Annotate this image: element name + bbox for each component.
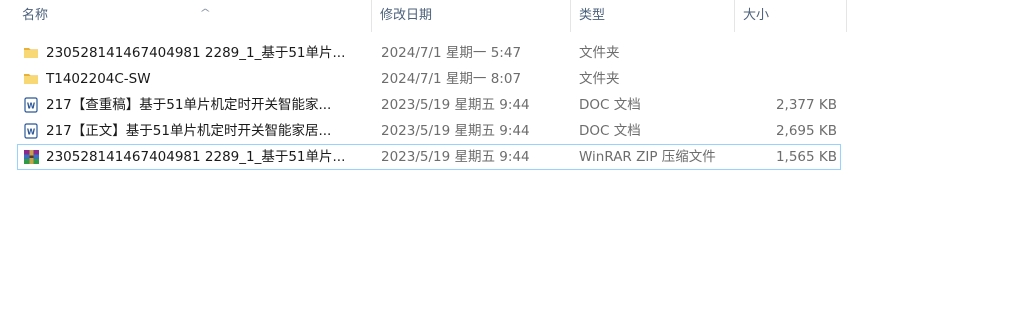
file-type: 文件夹 — [579, 45, 620, 61]
sort-ascending-icon: ^ — [199, 8, 212, 19]
file-modified-date: 2023/5/19 星期五 9:44 — [381, 97, 530, 113]
file-row[interactable]: W 217【正文】基于51单片机定时开关智能家居... 2023/5/19 星期… — [17, 118, 841, 144]
folder-icon — [23, 67, 41, 91]
file-size: 2,695 KB — [775, 123, 837, 139]
file-size — [748, 41, 837, 65]
file-modified-date: 2023/5/19 星期五 9:44 — [381, 149, 530, 165]
file-type: WinRAR ZIP 压缩文件 — [579, 149, 716, 165]
word-doc-icon: W — [23, 93, 41, 117]
folder-icon — [23, 41, 41, 65]
column-header-name[interactable]: 名称 ^ — [14, 0, 372, 32]
file-type: DOC 文档 — [579, 123, 641, 139]
column-header-type[interactable]: 类型 — [571, 0, 735, 32]
column-header-bar: 名称 ^ 修改日期 类型 大小 — [0, 0, 847, 32]
file-row[interactable]: 230528141467404981 2289_1_基于51单片... 2024… — [17, 40, 841, 66]
file-name: 217【查重稿】基于51单片机定时开关智能家... — [46, 97, 332, 113]
file-size: 1,565 KB — [775, 149, 837, 165]
file-name: 217【正文】基于51单片机定时开关智能家居... — [46, 123, 332, 139]
file-type: 文件夹 — [579, 71, 620, 87]
file-row[interactable]: W 217【查重稿】基于51单片机定时开关智能家... 2023/5/19 星期… — [17, 92, 841, 118]
file-row-selected[interactable]: 230528141467404981 2289_1_基于51单片... 2023… — [17, 144, 841, 170]
file-modified-date: 2023/5/19 星期五 9:44 — [381, 123, 530, 139]
file-name: 230528141467404981 2289_1_基于51单片... — [46, 45, 346, 61]
file-size — [748, 67, 837, 91]
column-header-size[interactable]: 大小 — [735, 0, 847, 32]
column-header-type-label: 类型 — [579, 8, 606, 23]
file-row[interactable]: T1402204C-SW 2024/7/1 星期一 8:07 文件夹 — [17, 66, 841, 92]
svg-text:W: W — [27, 102, 36, 111]
file-type: DOC 文档 — [579, 97, 641, 113]
word-doc-icon: W — [23, 119, 41, 143]
svg-text:W: W — [27, 128, 36, 137]
file-explorer-list-view: 名称 ^ 修改日期 类型 大小 230528141467404981 2289_… — [0, 0, 1024, 317]
column-header-size-label: 大小 — [743, 8, 770, 23]
winrar-archive-icon — [23, 145, 41, 169]
file-name: T1402204C-SW — [46, 71, 151, 87]
column-header-date[interactable]: 修改日期 — [372, 0, 571, 32]
file-modified-date: 2024/7/1 星期一 8:07 — [381, 71, 522, 87]
column-header-date-label: 修改日期 — [380, 8, 433, 23]
file-size: 2,377 KB — [775, 97, 837, 113]
file-modified-date: 2024/7/1 星期一 5:47 — [381, 45, 522, 61]
column-header-name-label: 名称 — [22, 8, 49, 23]
file-name: 230528141467404981 2289_1_基于51单片... — [46, 149, 346, 165]
